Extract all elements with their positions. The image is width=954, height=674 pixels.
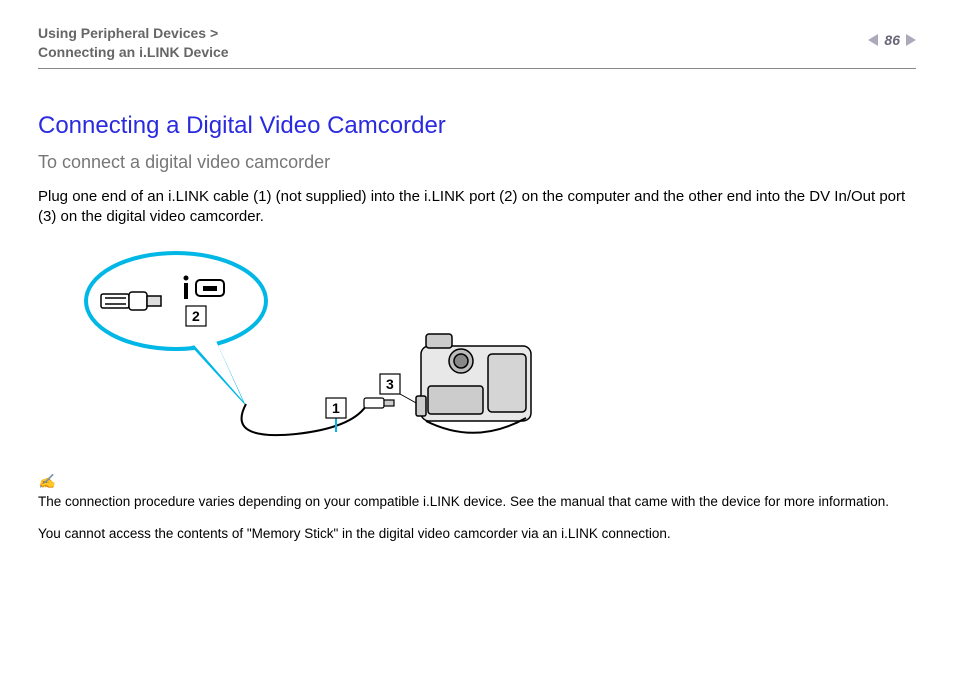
- ilink-cable-plug-icon: [364, 398, 394, 408]
- connection-diagram: 2 1 3: [66, 246, 596, 456]
- page-header: Using Peripheral Devices > Connecting an…: [38, 24, 916, 69]
- diagram-label-2: 2: [192, 308, 200, 324]
- breadcrumb: Using Peripheral Devices > Connecting an…: [38, 24, 916, 62]
- ilink-cable-icon: [242, 404, 366, 435]
- breadcrumb-section: Using Peripheral Devices: [38, 25, 206, 41]
- diagram-label-1: 1: [332, 400, 340, 416]
- page-content: Connecting a Digital Video Camcorder To …: [38, 112, 916, 557]
- note-icon: ✍: [38, 474, 916, 491]
- page-number: 86: [884, 32, 900, 48]
- instruction-text: Plug one end of an i.LINK cable (1) (not…: [38, 187, 916, 228]
- page-title: Connecting a Digital Video Camcorder: [38, 112, 916, 140]
- note-text-2: You cannot access the contents of "Memor…: [38, 525, 916, 543]
- page-subtitle: To connect a digital video camcorder: [38, 152, 916, 173]
- diagram-label-3: 3: [386, 376, 394, 392]
- prev-page-button[interactable]: [868, 34, 878, 46]
- breadcrumb-page: Connecting an i.LINK Device: [38, 44, 229, 60]
- note-text-1: The connection procedure varies dependin…: [38, 493, 916, 511]
- callout-bubble: [86, 253, 266, 406]
- camcorder-icon: [416, 334, 531, 433]
- page-nav: 86: [868, 32, 916, 48]
- breadcrumb-separator: >: [210, 25, 218, 41]
- next-page-button[interactable]: [906, 34, 916, 46]
